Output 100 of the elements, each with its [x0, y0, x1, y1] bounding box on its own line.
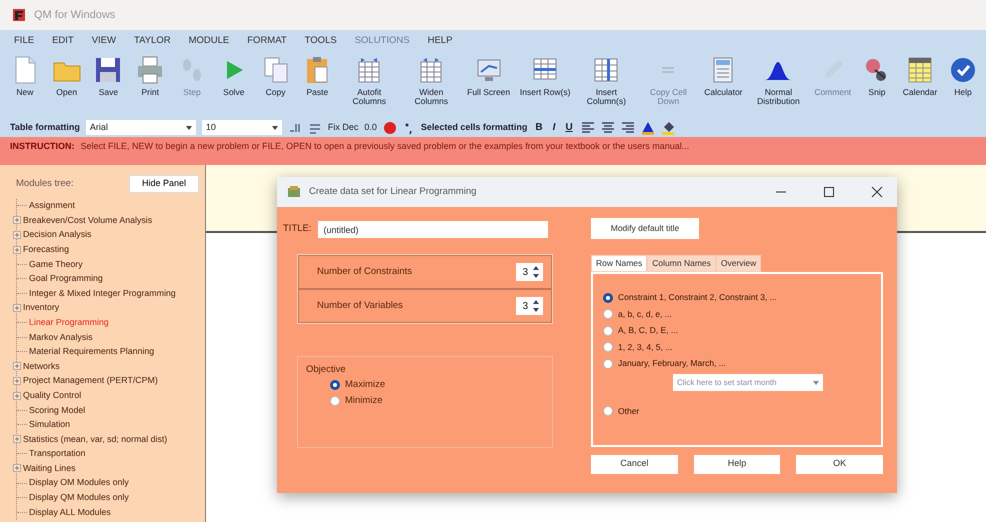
text-color-icon [640, 120, 655, 134]
radio-button[interactable] [330, 396, 340, 406]
menu-item[interactable]: TAYLOR [134, 34, 171, 48]
menu-item[interactable]: VIEW [92, 34, 116, 48]
expand-icon [13, 392, 21, 400]
menu-item[interactable]: FILE [14, 34, 34, 48]
tree-item[interactable]: Waiting Lines [23, 462, 76, 476]
tree-item[interactable]: Game Theory [29, 258, 83, 271]
title-label: TITLE: [283, 222, 312, 236]
menu-item[interactable]: MODULE [188, 34, 230, 48]
toolbar-button[interactable]: Calendar [900, 54, 940, 98]
toolbar-button[interactable]: Insert Row(s) [517, 54, 574, 98]
expand-icon [13, 376, 21, 385]
radio-button[interactable] [330, 380, 340, 390]
tree-item[interactable]: Forecasting [23, 242, 69, 256]
instruction-text: Select FILE, NEW to begin a new problem or FILE, OPEN to open a previously saved problem or the examples from your textbook or the users manual... [80, 140, 690, 153]
tree-item[interactable]: Display QM Modules only [29, 491, 129, 504]
maximize-icon [823, 186, 835, 198]
tab[interactable]: Row Names [591, 254, 648, 272]
window-title: QM for Windows [34, 8, 116, 23]
tree-item[interactable]: Simulation [29, 418, 70, 432]
option-label: Other [618, 404, 640, 418]
toolbar-label: Selected cells formatting [420, 120, 528, 134]
expand-icon [13, 304, 21, 312]
toolbar-button[interactable]: Save [90, 54, 128, 98]
menu-item[interactable]: TOOLS [304, 34, 337, 48]
app-icon [12, 8, 26, 22]
tab[interactable]: Overview [716, 254, 762, 272]
font-dropdown[interactable]: Arial [86, 120, 196, 135]
dialog-button[interactable]: Cancel [591, 454, 678, 474]
toolbar-button[interactable]: Widen Columns [402, 54, 460, 107]
toolbar-button[interactable]: Help [944, 54, 982, 98]
caret-icon [813, 380, 819, 384]
expand-icon [13, 464, 21, 472]
toolbar-button[interactable]: Normal Distribution [749, 54, 808, 107]
toolbar-button[interactable]: Calculator [701, 54, 746, 98]
toolbar-button[interactable]: Snip [858, 54, 896, 98]
toolbar-button[interactable]: Insert Column(s) [577, 54, 636, 107]
toolbar-button[interactable]: Solve [214, 54, 253, 98]
dialog-button[interactable]: OK [796, 454, 884, 474]
expand-icon [13, 230, 21, 239]
caret-icon [186, 126, 192, 130]
modify-title-button[interactable]: Modify default title [591, 218, 699, 239]
tree-item[interactable]: Display ALL Modules [29, 506, 111, 519]
toolbar-button[interactable]: Paste [298, 54, 336, 98]
align-left-icon [580, 121, 595, 134]
font-size-dropdown[interactable]: 10 [202, 120, 282, 135]
toolbar-button[interactable]: New [6, 54, 44, 98]
hide-panel-button[interactable]: Hide Panel [128, 175, 199, 192]
italic-button[interactable]: I [550, 120, 558, 135]
align-center-icon [600, 121, 615, 134]
tab[interactable]: Column Names [647, 254, 716, 272]
tree-item[interactable]: Integer & Mixed Integer Programming [29, 286, 176, 300]
radio-button[interactable] [603, 358, 613, 369]
radio-button[interactable] [603, 342, 613, 352]
tree-item[interactable]: Statistics (mean, var, sd; normal dist) [23, 432, 168, 446]
tree-item[interactable]: Inventory [23, 301, 60, 315]
toolbar-button[interactable]: Autofit Columns [340, 54, 398, 107]
tree-item[interactable]: Goal Programming [29, 272, 103, 286]
up-down-arrows-icon [532, 265, 540, 279]
radio-button[interactable] [603, 309, 613, 320]
number-spinner[interactable]: 3 [516, 297, 543, 315]
radio-button[interactable] [603, 292, 613, 303]
equals-icon [662, 67, 674, 73]
tree-item[interactable]: Scoring Model [29, 404, 86, 417]
tree-item[interactable]: Quality Control [23, 388, 82, 402]
toolbar-button[interactable]: Full Screen [464, 54, 514, 98]
tree-item[interactable]: Decision Analysis [23, 228, 92, 242]
tree-item[interactable]: Assignment [29, 199, 75, 212]
number-spinner[interactable]: 3 [516, 263, 543, 281]
radio-button[interactable] [603, 326, 613, 336]
tree-item[interactable]: Material Requirements Planning [29, 345, 154, 358]
underline-button[interactable]: U [563, 120, 575, 135]
tree-item[interactable]: Breakeven/Cost Volume Analysis [23, 214, 152, 227]
circle-icon [382, 120, 397, 134]
menu-item[interactable]: FORMAT [247, 34, 287, 48]
toolbar-button[interactable]: Open [48, 54, 86, 98]
tree-item[interactable]: Display OM Modules only [29, 476, 129, 490]
tree-item[interactable]: Markov Analysis [29, 330, 93, 344]
toolbar-button[interactable]: Copy [256, 54, 294, 98]
menu-item[interactable]: HELP [428, 34, 452, 48]
tree-item[interactable]: Transportation [29, 447, 86, 460]
option-label: a, b, c, d, e, ... [618, 308, 672, 321]
fill-color-icon [660, 120, 675, 134]
align-right-icon [620, 121, 635, 134]
expand-icon [13, 362, 21, 370]
radio-button[interactable] [603, 406, 613, 416]
decimals-value: 0.0 [364, 120, 377, 134]
tree-item[interactable]: Project Management (PERT/CPM) [23, 374, 158, 388]
dialog-button[interactable]: Help [694, 454, 780, 474]
option-label: January, February, March, ... [618, 357, 726, 370]
bold-button[interactable]: B [533, 120, 545, 135]
menu-item[interactable]: EDIT [52, 34, 74, 48]
option-label: 1, 2, 3, 4, 5, ... [618, 340, 672, 354]
toolbar-button[interactable]: Print [131, 54, 170, 98]
tree-item[interactable]: Networks [23, 360, 60, 373]
expand-icon [13, 246, 21, 254]
title-field[interactable]: (untitled) [318, 221, 548, 238]
panel-label: Modules tree: [16, 176, 74, 191]
up-down-arrows-icon [532, 299, 540, 313]
